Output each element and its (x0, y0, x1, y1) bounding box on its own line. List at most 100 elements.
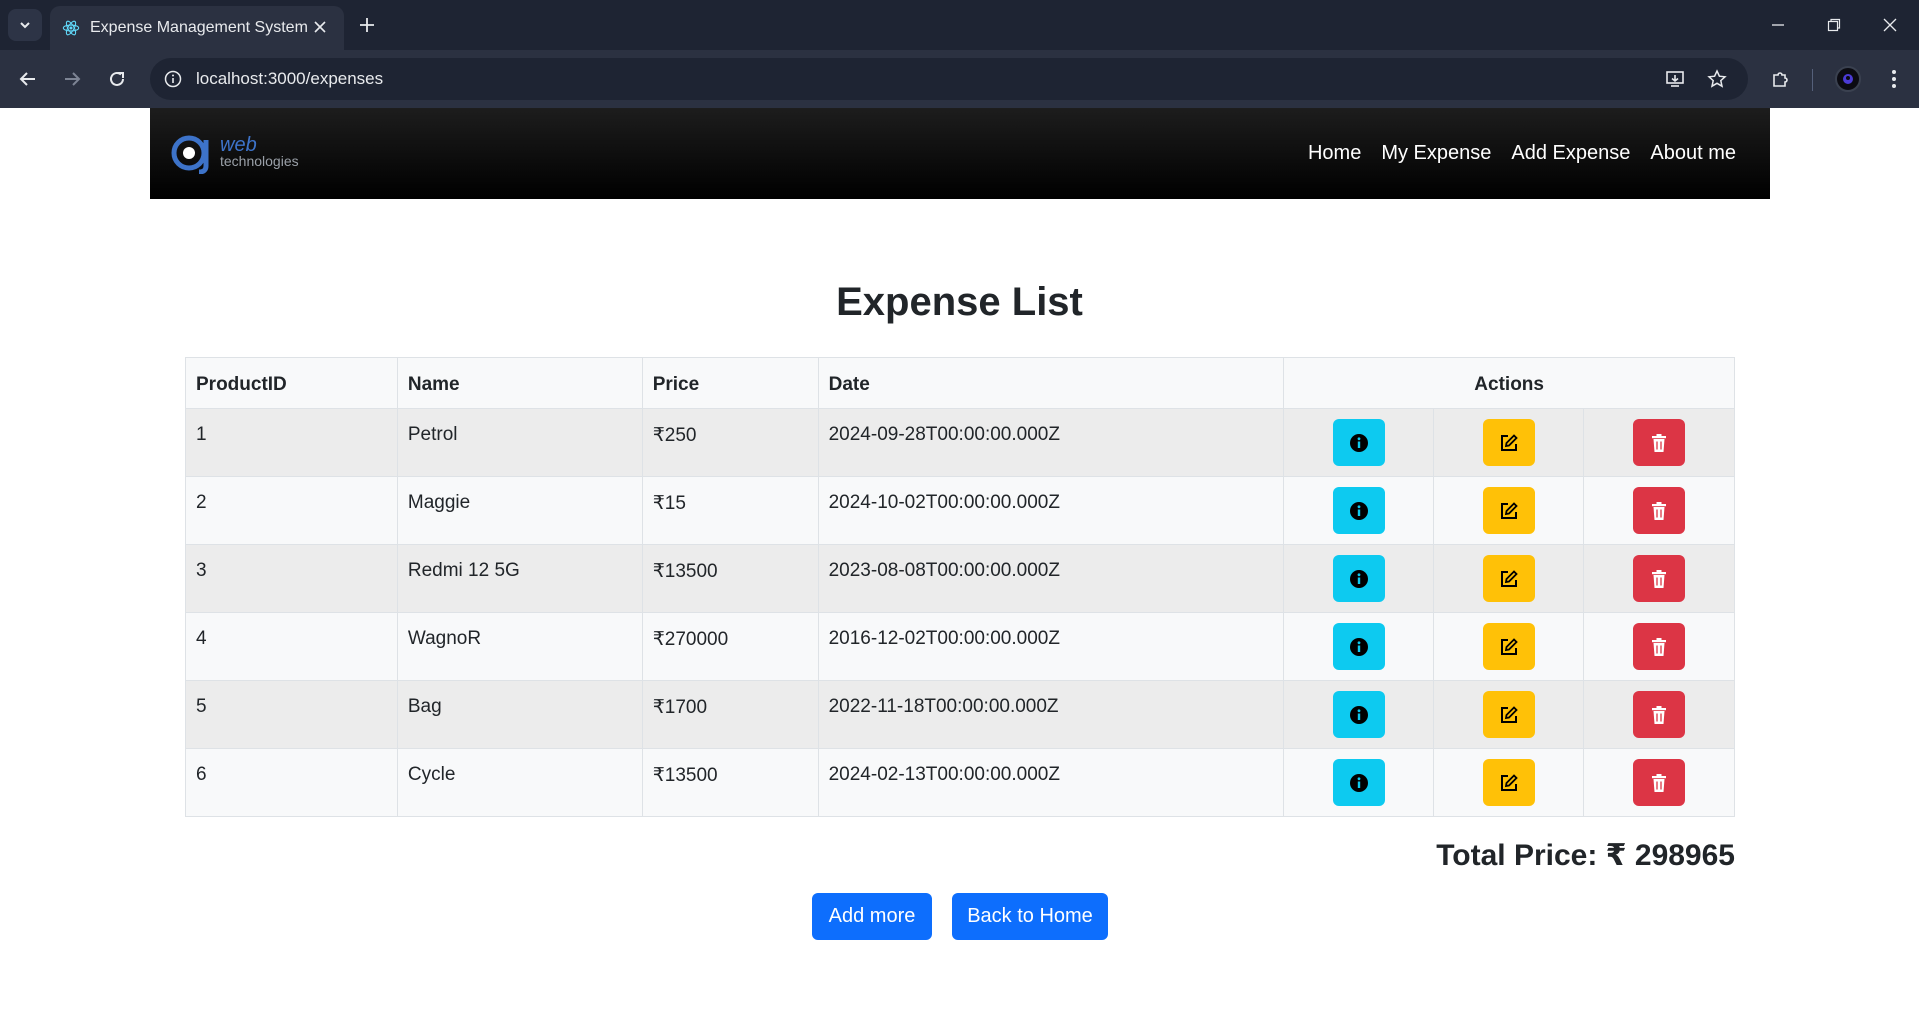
cell-date: 2022-11-18T00:00:00.000Z (817, 680, 1285, 749)
cell-delete-action (1583, 612, 1735, 681)
cell-price: ₹1700 (641, 680, 819, 749)
table-row: 1 Petrol ₹250 2024-09-28T00:00:00.000Z (185, 408, 1735, 477)
reload-button[interactable] (102, 64, 132, 94)
avatar-icon (1843, 74, 1853, 84)
back-arrow-icon (19, 72, 35, 86)
cell-price: ₹13500 (641, 748, 819, 817)
trash-icon (1652, 773, 1667, 792)
add-more-button[interactable]: Add more (812, 893, 932, 940)
cell-delete-action (1583, 680, 1735, 749)
restore-button[interactable] (1814, 10, 1854, 40)
view-details-button[interactable] (1332, 487, 1385, 534)
cell-name: Redmi 12 5G (396, 544, 643, 613)
cell-product-id: 6 (185, 748, 398, 817)
profile-avatar[interactable] (1835, 66, 1861, 92)
forward-arrow-icon (65, 72, 81, 86)
more-icon (1892, 70, 1896, 88)
chevron-down-icon (20, 22, 30, 29)
cell-delete-action (1583, 544, 1735, 613)
brand-logo[interactable]: web technologies (168, 132, 308, 174)
cell-price: ₹250 (641, 408, 819, 477)
cell-view-action (1283, 408, 1435, 477)
delete-expense-button[interactable] (1633, 419, 1686, 466)
nav-link-home[interactable]: Home (1308, 142, 1361, 165)
back-to-home-button[interactable]: Back to Home (952, 893, 1108, 940)
delete-expense-button[interactable] (1633, 487, 1686, 534)
view-details-button[interactable] (1332, 759, 1385, 806)
extensions-button[interactable] (1766, 64, 1796, 94)
restore-icon (1827, 18, 1841, 32)
tab-search-button[interactable] (8, 9, 42, 41)
url-text: localhost:3000/expenses (196, 69, 384, 88)
view-details-button[interactable] (1332, 623, 1385, 670)
delete-expense-button[interactable] (1633, 623, 1686, 670)
install-app-button[interactable] (1663, 67, 1687, 91)
edit-expense-button[interactable] (1482, 419, 1535, 466)
view-details-button[interactable] (1332, 691, 1385, 738)
table-row: 5 Bag ₹1700 2022-11-18T00:00:00.000Z (185, 680, 1735, 749)
cell-view-action (1283, 544, 1435, 613)
cell-view-action (1283, 748, 1435, 817)
delete-expense-button[interactable] (1633, 691, 1686, 738)
page-title: Expense List (836, 280, 1083, 324)
edit-icon (1500, 773, 1518, 791)
cell-price: ₹13500 (641, 544, 819, 613)
edit-expense-button[interactable] (1482, 487, 1535, 534)
cell-edit-action (1433, 748, 1585, 817)
cell-name: Cycle (396, 748, 643, 817)
nav-link-about-me[interactable]: About me (1650, 142, 1736, 165)
cell-date: 2023-08-08T00:00:00.000Z (817, 544, 1285, 613)
edit-expense-button[interactable] (1482, 555, 1535, 602)
column-header-date: Date (817, 357, 1285, 409)
close-window-button[interactable] (1870, 10, 1910, 40)
browser-tabstrip: Expense Management System (0, 0, 1919, 50)
table-row: 6 Cycle ₹13500 2024-02-13T00:00:00.000Z (185, 748, 1735, 817)
new-tab-button[interactable] (354, 12, 380, 38)
site-info-button[interactable] (162, 68, 184, 90)
delete-expense-button[interactable] (1633, 759, 1686, 806)
close-tab-button[interactable] (310, 17, 330, 37)
column-header-actions: Actions (1283, 357, 1735, 409)
edit-icon (1500, 433, 1518, 451)
back-button[interactable] (13, 64, 43, 94)
address-bar[interactable]: localhost:3000/expenses (150, 58, 1748, 100)
minimize-button[interactable] (1758, 10, 1798, 40)
extensions-icon (1773, 72, 1788, 87)
react-icon (62, 20, 80, 36)
cell-name: WagnoR (396, 612, 643, 681)
info-icon (1349, 705, 1368, 724)
browser-tab[interactable]: Expense Management System (50, 6, 344, 50)
nav-link-add-expense[interactable]: Add Expense (1511, 142, 1630, 165)
view-details-button[interactable] (1332, 419, 1385, 466)
table-row: 3 Redmi 12 5G ₹13500 2023-08-08T00:00:00.00… (185, 544, 1735, 613)
table-row: 2 Maggie ₹15 2024-10-02T00:00:00.000Z (185, 476, 1735, 545)
edit-expense-button[interactable] (1482, 623, 1535, 670)
cell-edit-action (1433, 680, 1585, 749)
cell-product-id: 3 (185, 544, 398, 613)
close-icon (1883, 18, 1897, 32)
info-icon (1349, 569, 1368, 588)
trash-icon (1652, 501, 1667, 520)
nav-link-my-expense[interactable]: My Expense (1381, 142, 1491, 165)
info-icon (1349, 501, 1368, 520)
view-details-button[interactable] (1332, 555, 1385, 602)
edit-expense-button[interactable] (1482, 759, 1535, 806)
edit-expense-button[interactable] (1482, 691, 1535, 738)
info-circle-icon (164, 70, 182, 88)
toolbar-divider (1812, 69, 1813, 91)
nav-links: Home My Expense Add Expense About me (1308, 142, 1736, 165)
delete-expense-button[interactable] (1633, 555, 1686, 602)
trash-icon (1652, 637, 1667, 656)
cell-date: 2016-12-02T00:00:00.000Z (817, 612, 1285, 681)
forward-button[interactable] (57, 64, 87, 94)
expense-table-body: 1 Petrol ₹250 2024-09-28T00:00:00.000Z 2 Magg… (185, 408, 1735, 817)
cell-name: Bag (396, 680, 643, 749)
browser-menu-button[interactable] (1879, 64, 1909, 94)
edit-icon (1500, 705, 1518, 723)
cell-date: 2024-09-28T00:00:00.000Z (817, 408, 1285, 477)
cell-edit-action (1433, 612, 1585, 681)
install-icon (1666, 71, 1684, 87)
bookmark-button[interactable] (1705, 67, 1729, 91)
info-icon (1349, 433, 1368, 452)
cell-edit-action (1433, 476, 1585, 545)
